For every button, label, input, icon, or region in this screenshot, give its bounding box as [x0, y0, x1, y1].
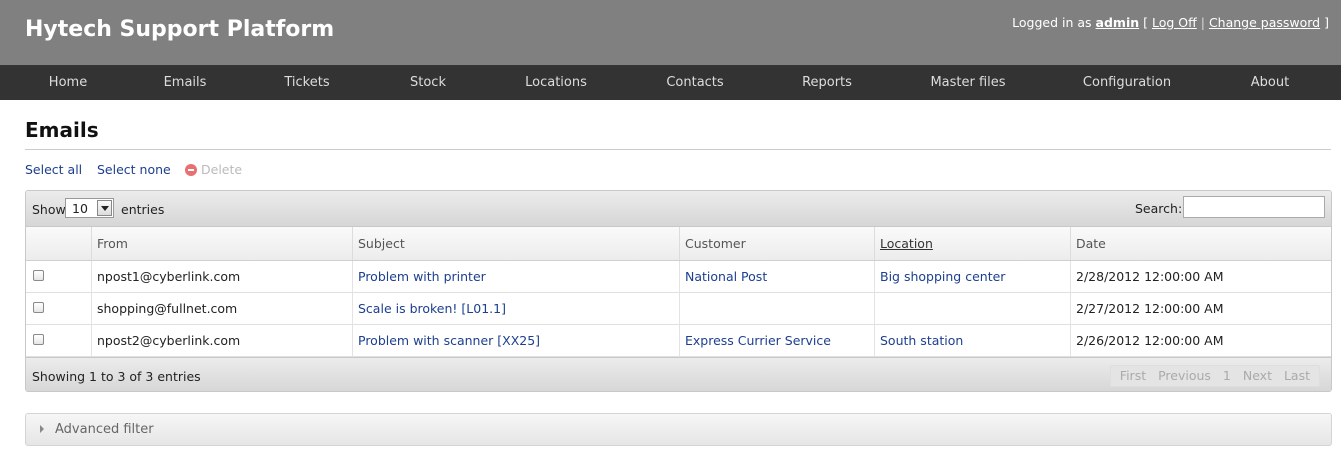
search-label: Search:	[1135, 201, 1183, 216]
delete-label: Delete	[201, 162, 243, 177]
date-cell: 2/28/2012 12:00:00 AM	[1070, 261, 1331, 292]
app-title: Hytech Support Platform	[25, 17, 335, 42]
title-divider	[25, 149, 1331, 150]
select-cell	[26, 325, 91, 356]
emails-table: Show 10 entries Search: From Subject Cus…	[25, 190, 1332, 392]
nav-about[interactable]: About	[1251, 65, 1289, 100]
column-header-date[interactable]: Date	[1070, 227, 1331, 260]
delete-icon	[185, 164, 197, 176]
from-cell: npost2@cyberlink.com	[91, 325, 352, 356]
column-header-subject[interactable]: Subject	[352, 227, 679, 260]
subject-cell: Scale is broken! [L01.1]	[352, 293, 679, 324]
column-header-location[interactable]: Location	[874, 227, 1070, 260]
subject-link[interactable]: Problem with scanner [XX25]	[358, 333, 540, 348]
chevron-right-icon	[40, 425, 44, 433]
page-title: Emails	[25, 118, 99, 142]
subject-link[interactable]: Scale is broken! [L01.1]	[358, 301, 506, 316]
from-cell: shopping@fullnet.com	[91, 293, 352, 324]
table-footer: Showing 1 to 3 of 3 entries First Previo…	[26, 357, 1331, 391]
location-cell: Big shopping center	[874, 261, 1070, 292]
customer-cell: National Post	[679, 261, 874, 292]
customer-link[interactable]: National Post	[685, 269, 767, 284]
nav-contacts[interactable]: Contacts	[666, 65, 723, 100]
location-link[interactable]: South station	[880, 333, 963, 348]
location-cell	[874, 293, 1070, 324]
nav-locations[interactable]: Locations	[525, 65, 587, 100]
from-cell: npost1@cyberlink.com	[91, 261, 352, 292]
subject-link[interactable]: Problem with printer	[358, 269, 486, 284]
select-all-link[interactable]: Select all	[25, 162, 82, 177]
change-password-link[interactable]: Change password	[1209, 15, 1320, 30]
column-header-customer[interactable]: Customer	[679, 227, 874, 260]
subject-cell: Problem with scanner [XX25]	[352, 325, 679, 356]
row-checkbox[interactable]	[33, 270, 44, 281]
username-link[interactable]: admin	[1096, 15, 1140, 30]
row-checkbox[interactable]	[33, 302, 44, 313]
table-row: shopping@fullnet.com Scale is broken! [L…	[26, 293, 1331, 325]
logged-in-label: Logged in as	[1012, 15, 1092, 30]
date-cell: 2/26/2012 12:00:00 AM	[1070, 325, 1331, 356]
nav-configuration[interactable]: Configuration	[1083, 65, 1171, 100]
bracket-open: [	[1143, 15, 1148, 30]
advanced-filter-label: Advanced filter	[55, 422, 154, 437]
app-header: Hytech Support Platform Logged in as adm…	[0, 0, 1341, 65]
select-none-link[interactable]: Select none	[97, 162, 171, 177]
search-input[interactable]	[1183, 196, 1325, 218]
main-nav: Home Emails Tickets Stock Locations Cont…	[0, 65, 1341, 100]
pagination: First Previous 1 Next Last	[1109, 365, 1320, 387]
select-cell	[26, 293, 91, 324]
nav-home[interactable]: Home	[49, 65, 87, 100]
subject-cell: Problem with printer	[352, 261, 679, 292]
delete-button[interactable]: Delete	[185, 162, 242, 177]
date-cell: 2/27/2012 12:00:00 AM	[1070, 293, 1331, 324]
entries-label: entries	[121, 202, 165, 217]
customer-cell: Express Currier Service	[679, 325, 874, 356]
row-checkbox[interactable]	[33, 334, 44, 345]
nav-stock[interactable]: Stock	[410, 65, 446, 100]
table-info: Showing 1 to 3 of 3 entries	[32, 369, 201, 384]
pager-first-button[interactable]: First	[1120, 368, 1146, 383]
show-label: Show	[32, 202, 66, 217]
table-row: npost2@cyberlink.com Problem with scanne…	[26, 325, 1331, 357]
customer-link[interactable]: Express Currier Service	[685, 333, 831, 348]
bracket-close: ]	[1324, 15, 1329, 30]
column-header-select	[26, 227, 91, 260]
page-length-select[interactable]: 10	[65, 198, 114, 218]
customer-cell	[679, 293, 874, 324]
nav-master-files[interactable]: Master files	[930, 65, 1005, 100]
page-length-value: 10	[72, 201, 88, 216]
pager-last-button[interactable]: Last	[1284, 368, 1310, 383]
nav-reports[interactable]: Reports	[802, 65, 852, 100]
table-header-row: From Subject Customer Location Date	[26, 227, 1331, 261]
login-separator: |	[1200, 15, 1205, 30]
pager-next-button[interactable]: Next	[1243, 368, 1272, 383]
advanced-filter-toggle[interactable]: Advanced filter	[25, 413, 1332, 446]
login-info: Logged in as admin [ Log Off | Change pa…	[1012, 15, 1329, 30]
select-cell	[26, 261, 91, 292]
chevron-down-icon	[97, 200, 112, 216]
table-row: npost1@cyberlink.com Problem with printe…	[26, 261, 1331, 293]
pager-previous-button[interactable]: Previous	[1158, 368, 1211, 383]
location-cell: South station	[874, 325, 1070, 356]
nav-tickets[interactable]: Tickets	[284, 65, 329, 100]
pager-page-1[interactable]: 1	[1223, 368, 1231, 383]
logoff-link[interactable]: Log Off	[1152, 15, 1197, 30]
location-link[interactable]: Big shopping center	[880, 269, 1005, 284]
column-header-from[interactable]: From	[91, 227, 352, 260]
nav-emails[interactable]: Emails	[164, 65, 207, 100]
table-toolbar: Show 10 entries Search:	[26, 191, 1331, 227]
